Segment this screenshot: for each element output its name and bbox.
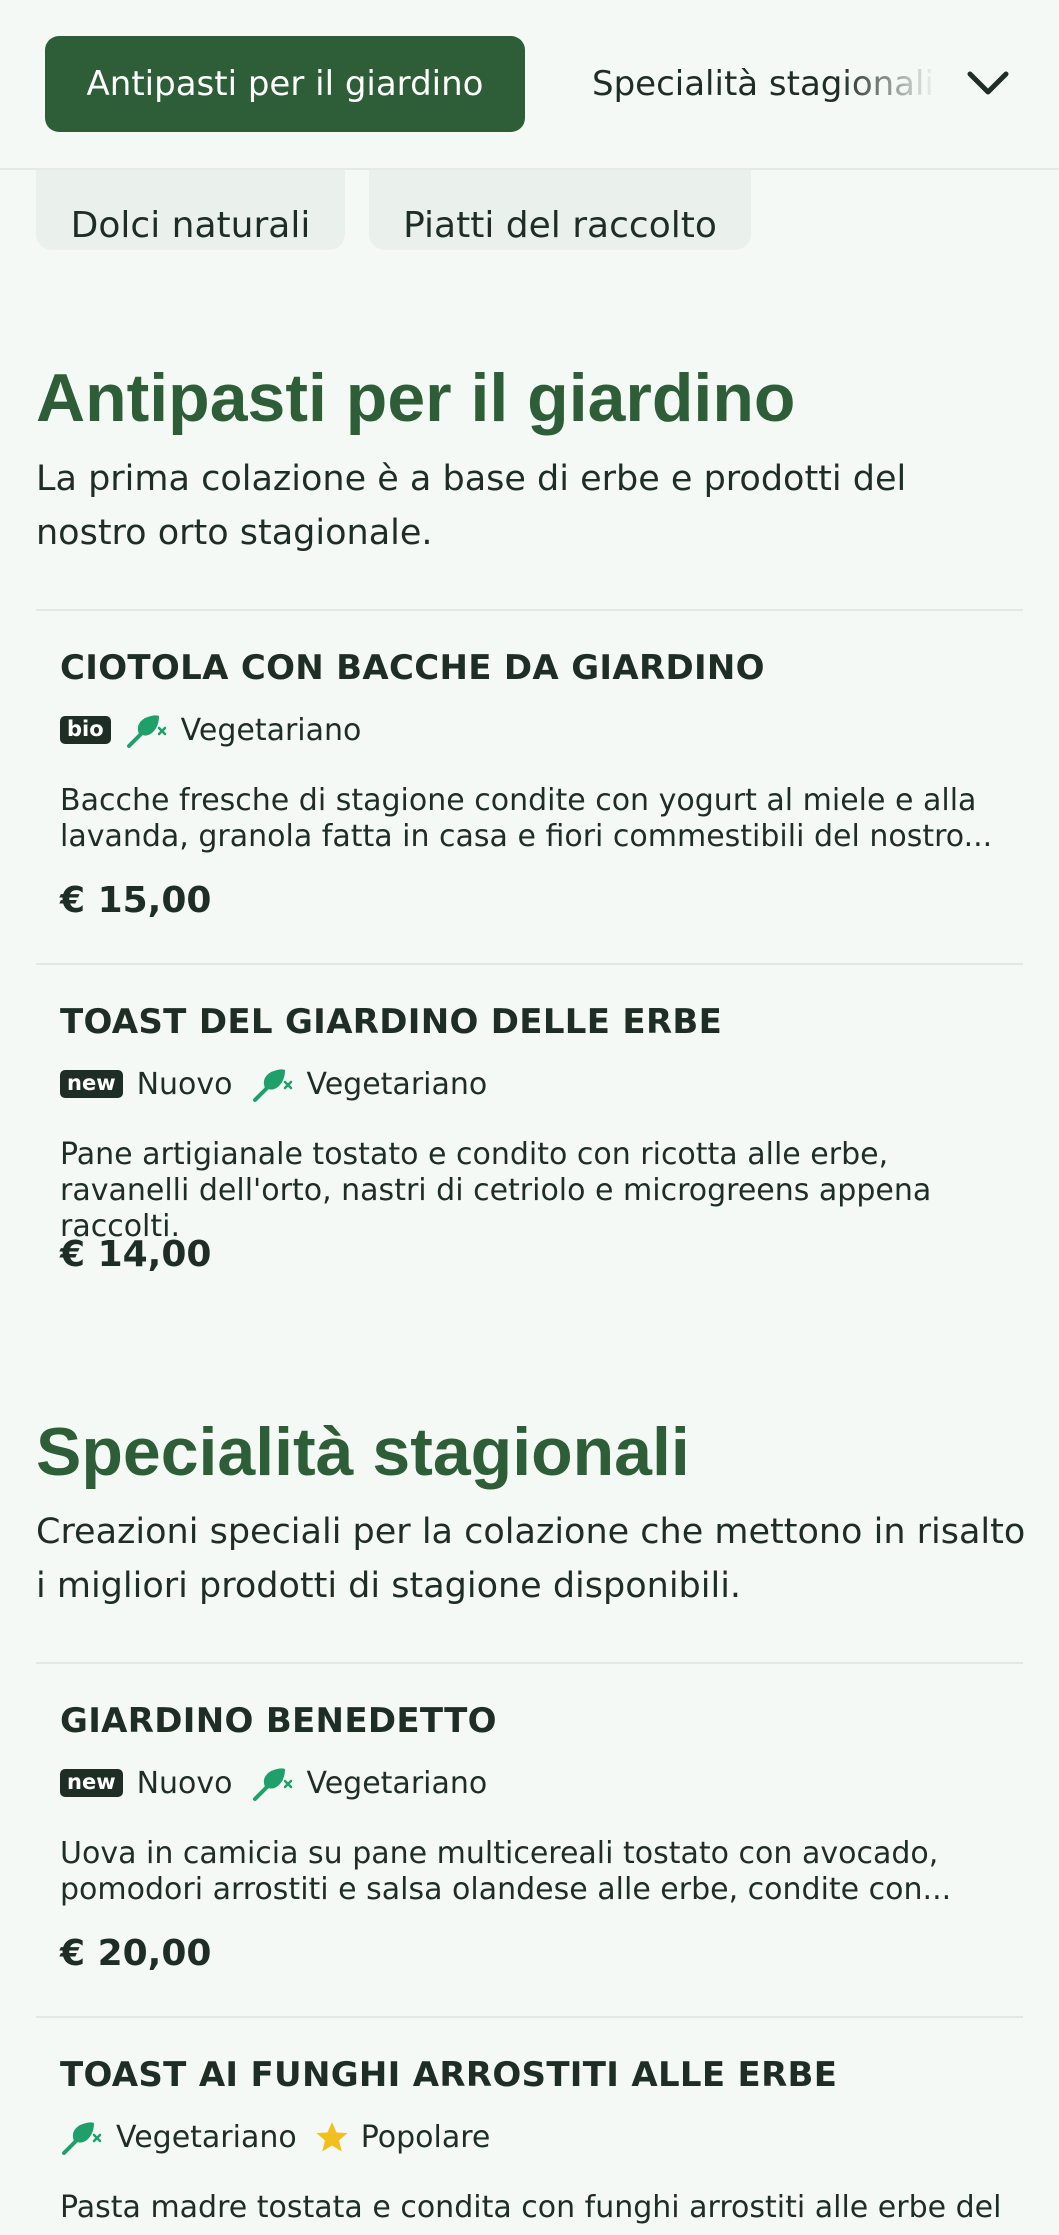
new-label: Nuovo: [136, 1765, 233, 1801]
bio-badge: bio: [60, 716, 111, 744]
divider: [36, 2016, 1023, 2018]
new-badge: new: [60, 1769, 123, 1797]
popular-label: Popolare: [360, 2119, 491, 2155]
divider: [36, 1662, 1023, 1664]
section-title: Antipasti per il giardino: [36, 360, 796, 436]
vegetarian-label: Vegetariano: [180, 712, 362, 748]
menu-item-tags: new Nuovo Vegetariano: [60, 1763, 505, 1803]
menu-item-description: Pasta madre tostata e condita con funghi…: [60, 2190, 1002, 2225]
menu-item-description: Uova in camicia su pane multicereali tos…: [60, 1836, 952, 1907]
menu-item-name: GIARDINO BENEDETTO: [60, 1701, 497, 1741]
menu-item-description: Bacche fresche di stagione condite con y…: [60, 783, 993, 854]
chevron-down-icon[interactable]: [960, 56, 1016, 112]
new-badge: new: [60, 1070, 123, 1098]
category-chip-label: Dolci naturali: [70, 204, 311, 246]
vegetarian-label: Vegetariano: [116, 2119, 297, 2155]
menu-item-tags: new Nuovo Vegetariano: [60, 1064, 505, 1104]
section-title: Specialità stagionali: [36, 1414, 690, 1490]
menu-item-tags: bio Vegetariano: [60, 710, 379, 750]
vegetarian-leaf-icon: [62, 2122, 102, 2155]
menu-item-name: TOAST AI FUNGHI ARROSTITI ALLE ERBE: [60, 2055, 838, 2095]
menu-item-name: CIOTOLA CON BACCHE DA GIARDINO: [60, 648, 765, 688]
divider: [36, 609, 1023, 611]
category-tab-active[interactable]: Antipasti per il giardino: [45, 36, 525, 132]
vegetarian-label: Vegetariano: [306, 1066, 488, 1102]
menu-item-price: € 14,00: [60, 1234, 212, 1275]
category-nav-bar: Antipasti per il giardino Specialità sta…: [0, 0, 1059, 170]
divider: [36, 963, 1023, 965]
section-description: Creazioni speciali per la colazione che …: [36, 1512, 1026, 1606]
new-label: Nuovo: [136, 1066, 233, 1102]
category-chip-label: Piatti del raccolto: [403, 204, 717, 246]
menu-item-price: € 15,00: [60, 880, 212, 921]
star-icon: [316, 2122, 348, 2152]
vegetarian-label: Vegetariano: [306, 1765, 488, 1801]
vegetarian-leaf-icon: [252, 1768, 292, 1801]
vegetarian-leaf-icon: [126, 715, 166, 748]
menu-item-price: € 20,00: [60, 1933, 212, 1974]
menu-item-description: Pane artigianale tostato e condito con r…: [60, 1137, 932, 1244]
menu-item-tags: Vegetariano Popolare: [60, 2117, 508, 2157]
menu-item-name: TOAST DEL GIARDINO DELLE ERBE: [60, 1002, 723, 1042]
category-tab-next[interactable]: Specialità stagionali: [592, 36, 937, 132]
section-description: La prima colazione è a base di erbe e pr…: [36, 459, 907, 553]
vegetarian-leaf-icon: [252, 1069, 292, 1102]
